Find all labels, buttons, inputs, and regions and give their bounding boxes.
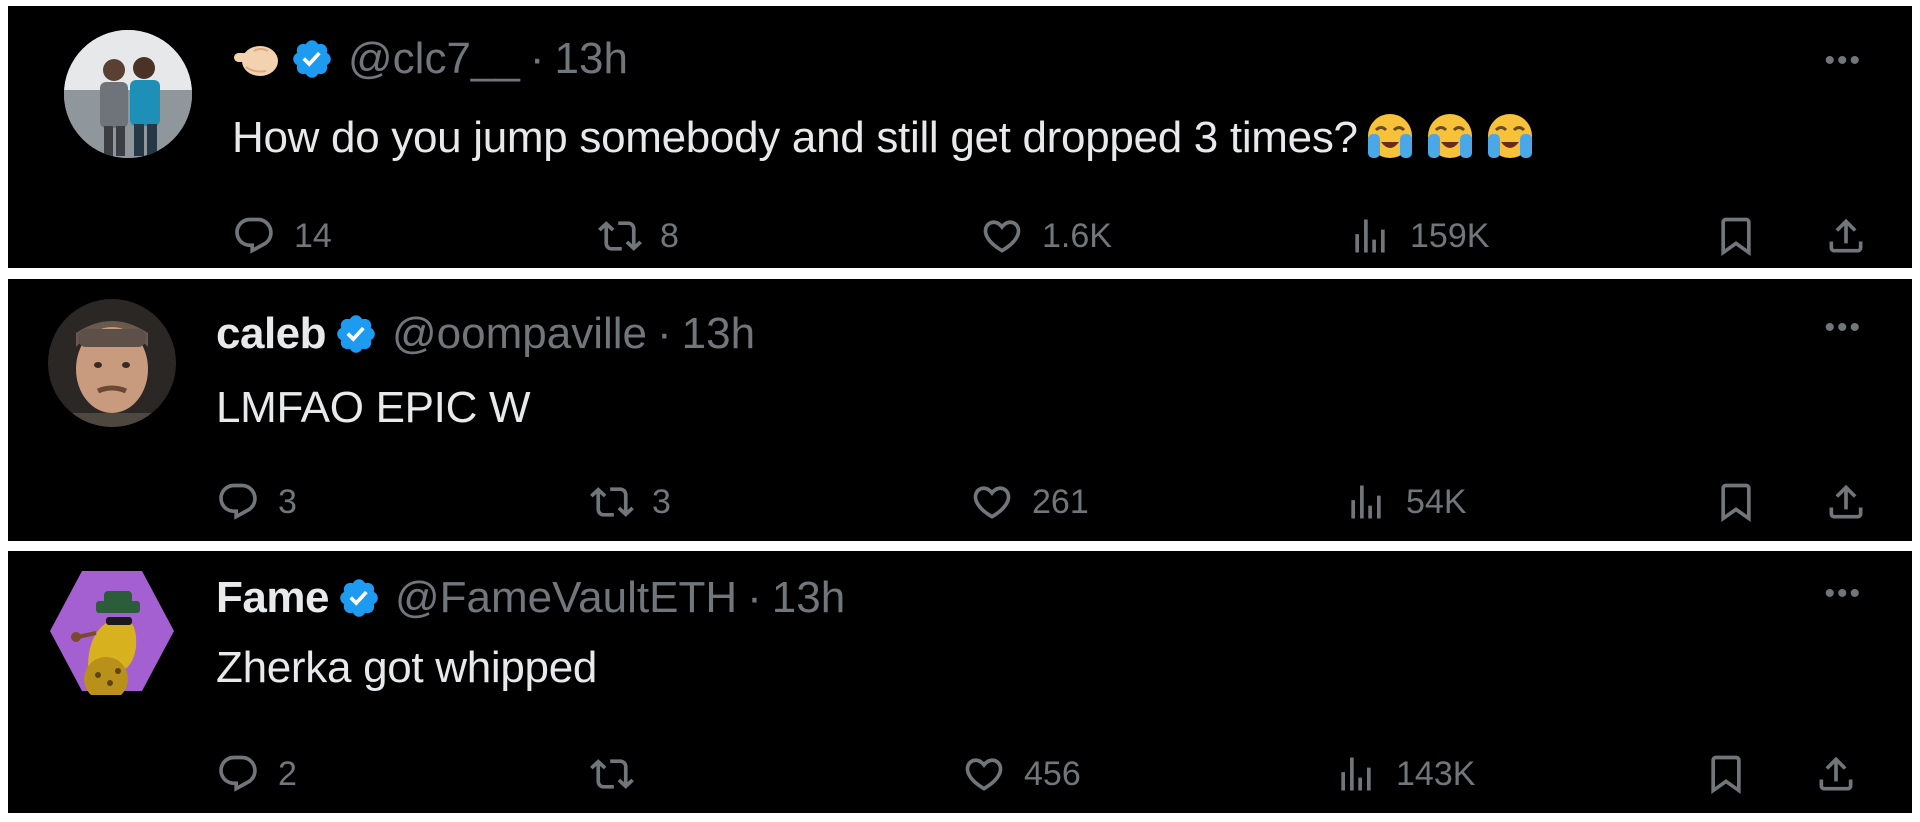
reply-count: 2 xyxy=(278,754,297,793)
views-icon xyxy=(1355,219,1385,253)
repost-icon xyxy=(590,487,634,517)
bookmark-button[interactable] xyxy=(1714,206,1758,266)
views-count: 159K xyxy=(1410,216,1490,255)
reply-count: 14 xyxy=(294,216,332,255)
like-count: 456 xyxy=(1024,754,1081,793)
tweet-text: LMFAO EPIC W xyxy=(216,383,531,432)
share-button[interactable] xyxy=(1824,206,1868,266)
views-button[interactable]: 159K xyxy=(1348,206,1489,266)
views-count: 143K xyxy=(1396,754,1476,793)
bookmark-button[interactable] xyxy=(1714,472,1758,532)
display-name[interactable]: Fame xyxy=(216,573,329,623)
repost-button[interactable]: 8 xyxy=(598,206,679,266)
bookmark-icon xyxy=(1711,755,1741,795)
like-count: 261 xyxy=(1032,482,1089,521)
verified-badge-icon xyxy=(337,576,381,620)
like-button[interactable]: 456 xyxy=(962,744,1081,804)
like-icon xyxy=(983,220,1021,253)
tweet-card[interactable]: caleb @oompaville · 13h ••• LMFAO EPIC W… xyxy=(8,279,1912,541)
action-bar: 3 3 261 54K xyxy=(8,472,1912,532)
like-button[interactable]: 261 xyxy=(970,472,1089,532)
like-count: 1.6K xyxy=(1042,216,1112,255)
reply-icon xyxy=(219,755,257,792)
tweet-card[interactable]: @clc7__ · 13h ••• How do you jump somebo… xyxy=(8,6,1912,268)
views-icon xyxy=(1351,485,1381,519)
avatar[interactable] xyxy=(64,30,192,158)
reply-count: 3 xyxy=(278,482,297,521)
user-handle[interactable]: @clc7__ xyxy=(348,34,520,84)
avatar[interactable] xyxy=(48,299,176,427)
views-count: 54K xyxy=(1406,482,1467,521)
tweet-text-line: How do you jump somebody and still get d… xyxy=(232,110,1538,163)
like-button[interactable]: 1.6K xyxy=(980,206,1112,266)
loudly-crying-face-emoji xyxy=(1362,110,1418,162)
views-button[interactable]: 54K xyxy=(1344,472,1467,532)
reply-button[interactable]: 2 xyxy=(216,744,297,804)
display-name[interactable]: caleb xyxy=(216,309,327,359)
tweet-header: Fame @FameVaultETH · 13h xyxy=(216,573,845,623)
share-icon xyxy=(1829,484,1863,519)
repost-button[interactable] xyxy=(590,744,634,804)
reply-button[interactable]: 3 xyxy=(216,472,297,532)
share-button[interactable] xyxy=(1824,472,1868,532)
repost-icon xyxy=(598,221,642,251)
repost-count: 8 xyxy=(660,216,679,255)
tweet-header: @clc7__ · 13h xyxy=(232,34,628,84)
more-icon[interactable]: ••• xyxy=(1824,44,1862,78)
tweet-text: Zherka got whipped xyxy=(216,643,598,692)
avatar[interactable] xyxy=(48,567,176,701)
repost-icon xyxy=(590,759,634,789)
share-icon xyxy=(1829,218,1863,253)
tweet-card[interactable]: Fame @FameVaultETH · 13h ••• Zherka got … xyxy=(8,551,1912,813)
more-icon[interactable]: ••• xyxy=(1824,577,1862,611)
reply-icon xyxy=(219,483,257,520)
separator-dot: · xyxy=(529,34,545,83)
tweet-header: caleb @oompaville · 13h xyxy=(216,309,755,359)
action-bar: 2 456 143K xyxy=(8,744,1912,804)
repost-button[interactable]: 3 xyxy=(590,472,671,532)
separator-dot: · xyxy=(747,573,762,622)
reply-icon xyxy=(235,217,273,254)
timestamp[interactable]: 13h xyxy=(555,34,628,84)
tweet-text: How do you jump somebody and still get d… xyxy=(232,113,1358,162)
verified-badge-icon xyxy=(334,312,378,356)
like-icon xyxy=(973,486,1011,519)
repost-count: 3 xyxy=(652,482,671,521)
action-bar: 14 8 1.6K 159K xyxy=(8,206,1912,266)
share-icon xyxy=(1819,756,1853,791)
pointing-hand-emoji xyxy=(232,37,282,81)
separator-dot: · xyxy=(657,309,672,358)
user-handle[interactable]: @oompaville xyxy=(392,309,647,359)
more-icon[interactable]: ••• xyxy=(1824,311,1862,345)
share-button[interactable] xyxy=(1814,744,1858,804)
views-button[interactable]: 143K xyxy=(1334,744,1475,804)
reply-button[interactable]: 14 xyxy=(232,206,332,266)
loudly-crying-face-emoji xyxy=(1482,110,1538,162)
verified-badge-icon xyxy=(290,37,334,81)
timestamp[interactable]: 13h xyxy=(772,573,845,623)
timestamp[interactable]: 13h xyxy=(682,309,755,359)
user-handle[interactable]: @FameVaultETH xyxy=(395,573,737,623)
bookmark-icon xyxy=(1721,483,1751,523)
bookmark-button[interactable] xyxy=(1704,744,1748,804)
like-icon xyxy=(965,758,1003,791)
loudly-crying-face-emoji xyxy=(1422,110,1478,162)
bookmark-icon xyxy=(1721,217,1751,257)
views-icon xyxy=(1341,757,1371,791)
